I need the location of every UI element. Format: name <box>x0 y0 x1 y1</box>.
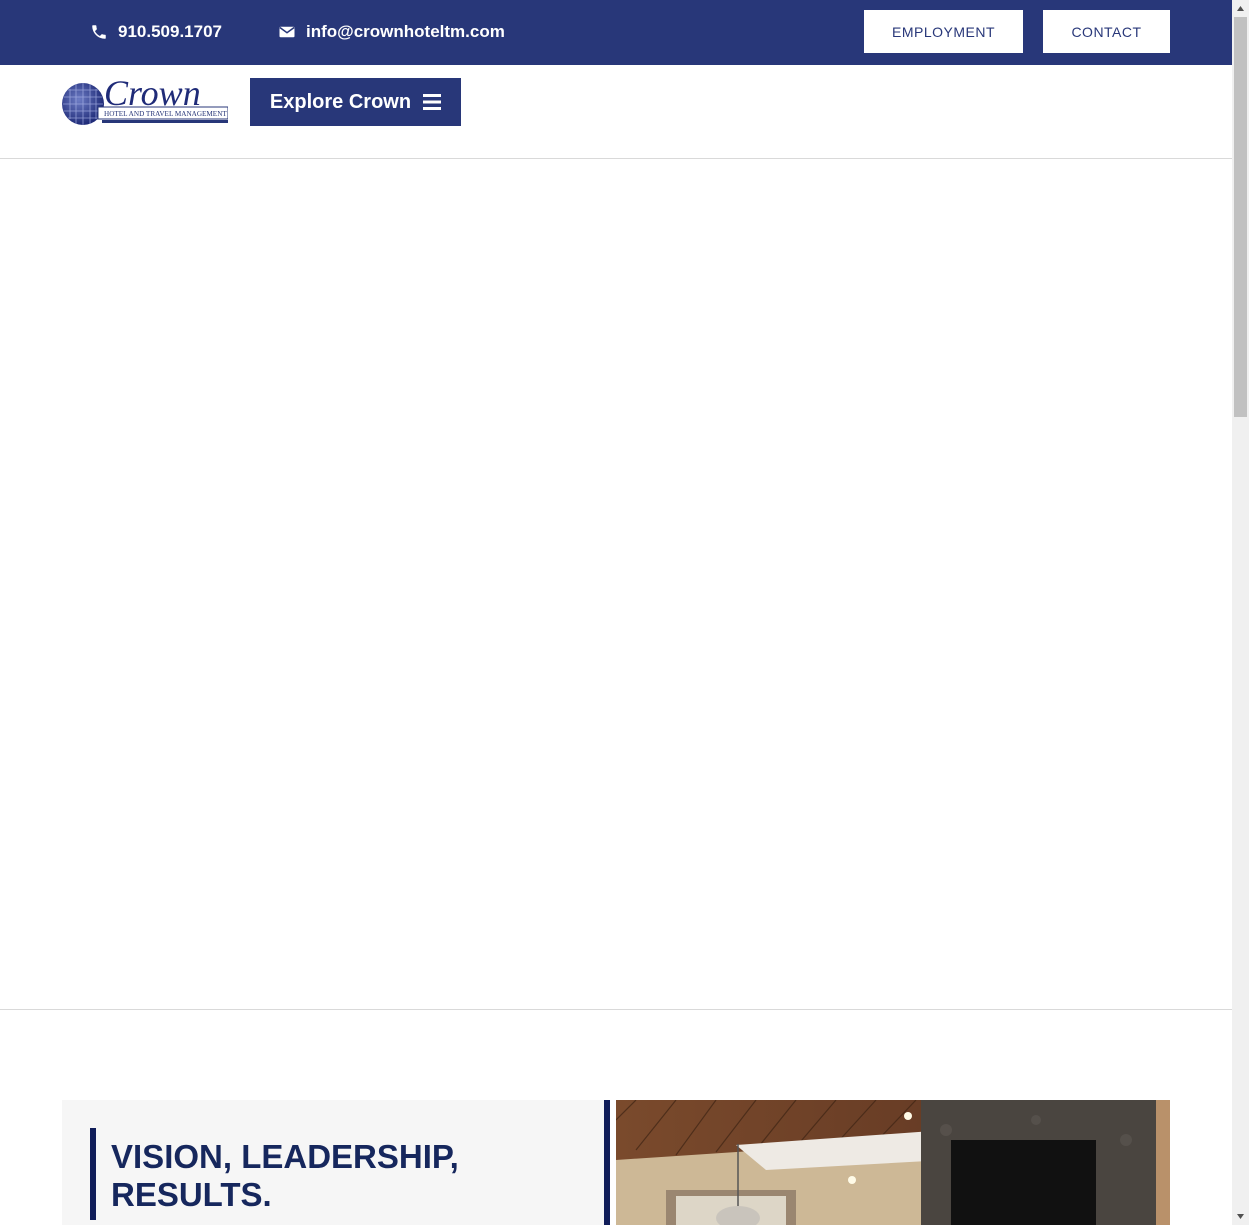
vision-card: VISION, LEADERSHIP, RESULTS. <box>62 1100 604 1225</box>
phone-number: 910.509.1707 <box>118 22 222 41</box>
phone-icon <box>92 25 106 39</box>
page-viewport: 910.509.1707 info@crownhoteltm.com EMPLO… <box>0 0 1232 1225</box>
site-header: Crown HOTEL AND TRAVEL MANAGEMENT Explor… <box>0 65 1232 159</box>
top-bar: 910.509.1707 info@crownhoteltm.com EMPLO… <box>0 0 1232 65</box>
explore-label: Explore Crown <box>269 90 412 113</box>
envelope-icon <box>279 26 295 38</box>
logo-graphic: Crown HOTEL AND TRAVEL MANAGEMENT <box>62 73 229 125</box>
hamburger-icon <box>423 94 442 110</box>
logo-wordmark: Crown <box>104 77 201 113</box>
explore-crown-button[interactable]: Explore Crown <box>250 78 461 126</box>
vertical-scrollbar[interactable] <box>1232 0 1249 1225</box>
employment-button[interactable]: EMPLOYMENT <box>864 10 1023 53</box>
logo-tagline: HOTEL AND TRAVEL MANAGEMENT <box>104 110 227 118</box>
phone-link[interactable]: 910.509.1707 <box>90 20 222 44</box>
vision-heading: VISION, LEADERSHIP, RESULTS. <box>111 1138 459 1214</box>
hero-section <box>0 159 1232 1010</box>
crown-logo[interactable]: Crown HOTEL AND TRAVEL MANAGEMENT <box>62 73 229 127</box>
scroll-up-arrow-icon[interactable] <box>1232 0 1249 17</box>
scroll-down-arrow-icon[interactable] <box>1232 1208 1249 1225</box>
vision-heading-line1: VISION, LEADERSHIP, <box>111 1138 459 1175</box>
email-link[interactable]: info@crownhoteltm.com <box>278 20 505 44</box>
vision-heading-line2: RESULTS. <box>111 1176 272 1213</box>
scrollbar-thumb[interactable] <box>1234 17 1247 417</box>
email-address: info@crownhoteltm.com <box>306 22 505 41</box>
contact-button[interactable]: CONTACT <box>1043 10 1170 53</box>
hotel-interior-photo <box>616 1100 1170 1225</box>
section-divider-bar <box>604 1100 610 1225</box>
accent-bar <box>90 1128 96 1220</box>
